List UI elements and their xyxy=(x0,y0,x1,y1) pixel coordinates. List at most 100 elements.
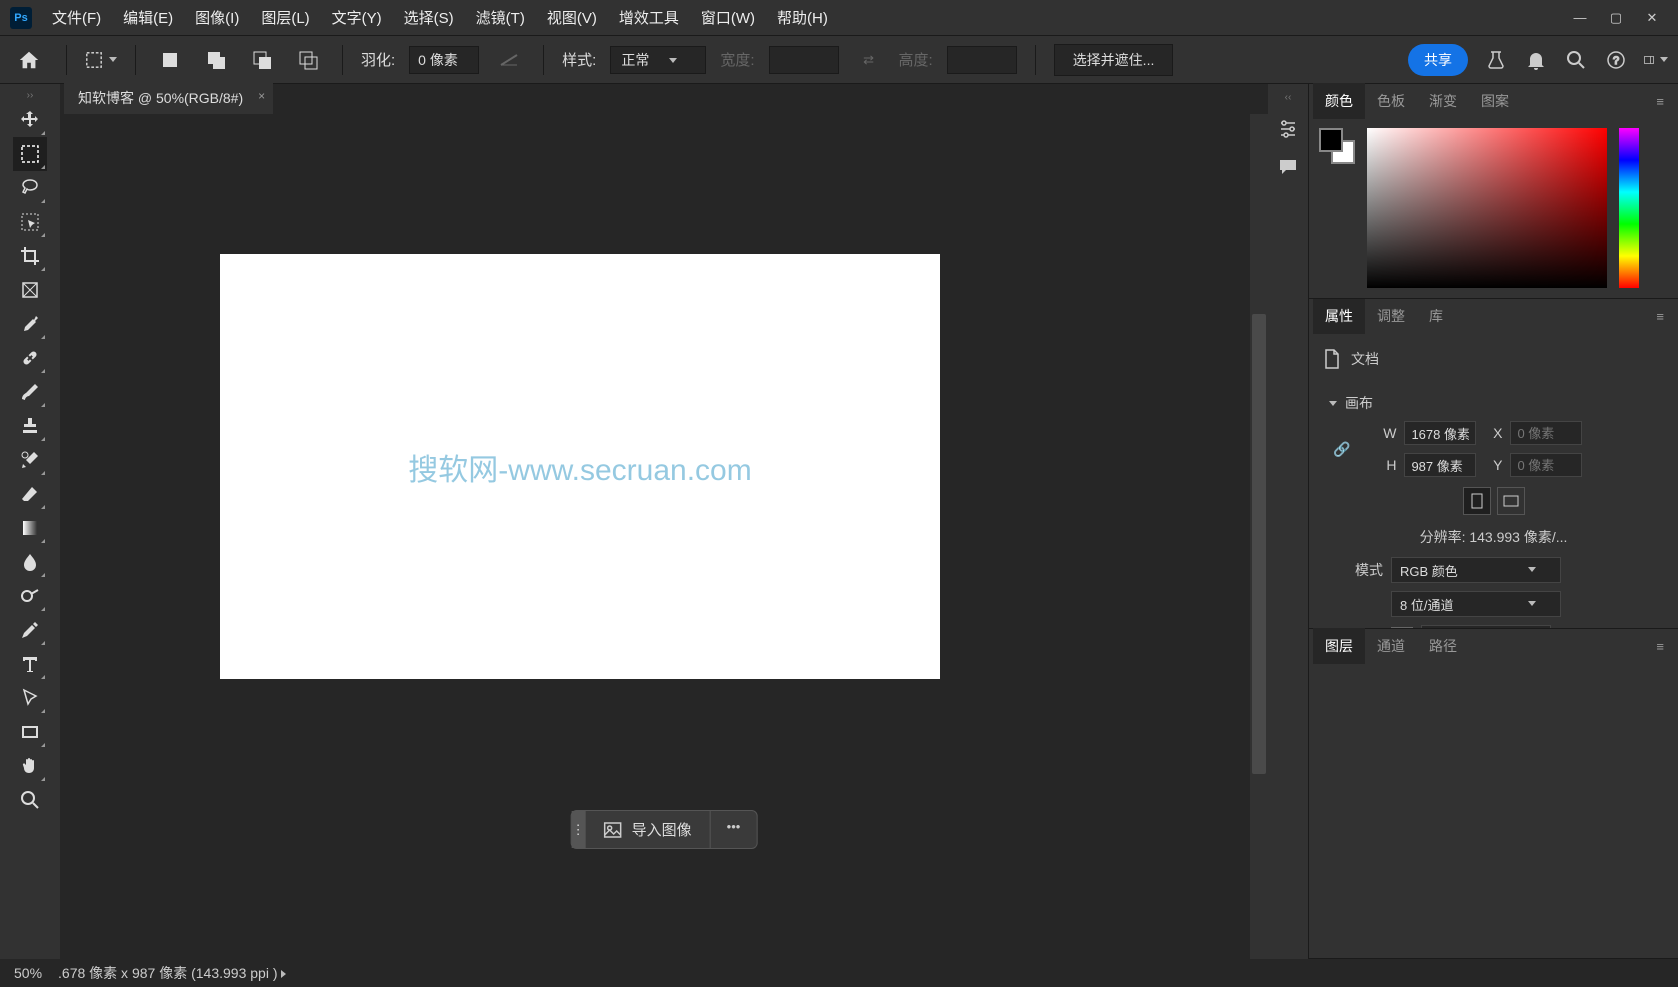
beaker-icon[interactable] xyxy=(1484,48,1508,72)
import-image-button[interactable]: 导入图像 xyxy=(586,811,711,848)
status-bar: 50% .678 像素 x 987 像素 (143.993 ppi ) xyxy=(0,959,1678,987)
tab-properties[interactable]: 属性 xyxy=(1313,299,1365,334)
import-more-button[interactable]: ••• xyxy=(711,811,757,848)
properties-panel: 属性 调整 库 ≡ 文档 画布 🔗 W xyxy=(1309,299,1678,629)
close-tab-icon[interactable]: × xyxy=(258,89,265,103)
path-select-tool[interactable] xyxy=(13,681,47,715)
panels-column: 颜色 色板 渐变 图案 ≡ 属性 调整 库 ≡ xyxy=(1308,84,1678,959)
toolbar-collapse[interactable]: ›› xyxy=(25,88,36,103)
selection-intersect-icon[interactable] xyxy=(292,44,324,76)
style-select[interactable]: 正常 xyxy=(610,46,706,74)
eraser-tool[interactable] xyxy=(13,477,47,511)
menu-file[interactable]: 文件(F) xyxy=(42,3,111,32)
panel-menu-icon[interactable]: ≡ xyxy=(1646,94,1674,109)
healing-tool[interactable] xyxy=(13,341,47,375)
close-button[interactable]: ✕ xyxy=(1644,10,1660,26)
tab-swatches[interactable]: 色板 xyxy=(1365,83,1417,119)
anti-alias-icon xyxy=(493,44,525,76)
type-tool[interactable] xyxy=(13,647,47,681)
workspace-icon[interactable] xyxy=(1644,48,1668,72)
brush-tool[interactable] xyxy=(13,375,47,409)
crop-tool[interactable] xyxy=(13,239,47,273)
height-input xyxy=(947,46,1017,74)
selection-new-icon[interactable] xyxy=(154,44,186,76)
link-wh-icon[interactable]: 🔗 xyxy=(1333,441,1350,458)
select-and-mask-button[interactable]: 选择并遮住... xyxy=(1054,44,1174,76)
blur-tool[interactable] xyxy=(13,545,47,579)
tab-libraries[interactable]: 库 xyxy=(1417,299,1455,334)
stamp-tool[interactable] xyxy=(13,409,47,443)
tab-layers[interactable]: 图层 xyxy=(1313,628,1365,664)
zoom-level[interactable]: 50% xyxy=(14,965,42,981)
eyedropper-tool[interactable] xyxy=(13,307,47,341)
adjustments-icon[interactable] xyxy=(1274,115,1302,143)
color-panel: 颜色 色板 渐变 图案 ≡ xyxy=(1309,84,1678,299)
move-tool[interactable] xyxy=(13,103,47,137)
help-icon[interactable]: ? xyxy=(1604,48,1628,72)
menu-help[interactable]: 帮助(H) xyxy=(767,3,838,32)
canvas-y-input xyxy=(1510,453,1582,477)
dodge-tool[interactable] xyxy=(13,579,47,613)
foreground-swatch[interactable] xyxy=(1319,128,1343,152)
menu-plugins[interactable]: 增效工具 xyxy=(609,3,689,32)
bit-depth-select[interactable]: 8 位/通道 xyxy=(1391,591,1561,617)
menu-view[interactable]: 视图(V) xyxy=(537,3,607,32)
minimize-button[interactable]: — xyxy=(1572,10,1588,26)
maximize-button[interactable]: ▢ xyxy=(1608,10,1624,26)
canvas-section-header[interactable]: 画布 xyxy=(1323,389,1664,417)
rail-expand[interactable]: ‹‹ xyxy=(1283,90,1294,105)
canvas-width-input[interactable] xyxy=(1404,421,1476,445)
menu-edit[interactable]: 编辑(E) xyxy=(113,3,183,32)
canvas-viewport[interactable]: 搜软网-www.secruan.com ⋮ 导入图像 ••• xyxy=(60,114,1268,959)
menu-window[interactable]: 窗口(W) xyxy=(691,3,765,32)
vertical-scrollbar[interactable] xyxy=(1250,114,1268,959)
document-tabs: 知软博客 @ 50%(RGB/8#) × xyxy=(60,84,1268,114)
tab-color[interactable]: 颜色 xyxy=(1313,83,1365,119)
tab-patterns[interactable]: 图案 xyxy=(1469,83,1521,119)
doc-dimensions[interactable]: .678 像素 x 987 像素 (143.993 ppi ) xyxy=(58,963,286,983)
tab-adjustments[interactable]: 调整 xyxy=(1365,299,1417,334)
marquee-tool[interactable] xyxy=(13,137,47,171)
tab-paths[interactable]: 路径 xyxy=(1417,628,1469,664)
color-picker[interactable] xyxy=(1367,128,1607,288)
menu-select[interactable]: 选择(S) xyxy=(394,3,464,32)
share-button[interactable]: 共享 xyxy=(1408,44,1468,76)
menu-image[interactable]: 图像(I) xyxy=(185,3,249,32)
comments-icon[interactable] xyxy=(1274,153,1302,181)
canvas[interactable]: 搜软网-www.secruan.com xyxy=(220,254,940,679)
import-bar-handle[interactable]: ⋮ xyxy=(572,811,586,848)
feather-input[interactable] xyxy=(409,46,479,74)
object-select-tool[interactable] xyxy=(13,205,47,239)
document-tab-label: 知软博客 @ 50%(RGB/8#) xyxy=(78,90,243,106)
pen-tool[interactable] xyxy=(13,613,47,647)
bell-icon[interactable] xyxy=(1524,48,1548,72)
canvas-height-input[interactable] xyxy=(1404,453,1476,477)
panel-menu-icon[interactable]: ≡ xyxy=(1646,309,1674,324)
portrait-button[interactable] xyxy=(1463,487,1491,515)
landscape-button[interactable] xyxy=(1497,487,1525,515)
lasso-tool[interactable] xyxy=(13,171,47,205)
zoom-tool[interactable] xyxy=(13,783,47,817)
selection-add-icon[interactable] xyxy=(200,44,232,76)
tools-panel: ›› xyxy=(0,84,60,959)
color-mode-select[interactable]: RGB 颜色 xyxy=(1391,557,1561,583)
menu-type[interactable]: 文字(Y) xyxy=(322,3,392,32)
search-icon[interactable] xyxy=(1564,48,1588,72)
selection-subtract-icon[interactable] xyxy=(246,44,278,76)
hand-tool[interactable] xyxy=(13,749,47,783)
document-tab[interactable]: 知软博客 @ 50%(RGB/8#) × xyxy=(64,82,273,114)
marquee-tool-icon[interactable] xyxy=(85,44,117,76)
home-button[interactable] xyxy=(10,41,48,79)
gradient-tool[interactable] xyxy=(13,511,47,545)
title-bar: Ps 文件(F) 编辑(E) 图像(I) 图层(L) 文字(Y) 选择(S) 滤… xyxy=(0,0,1678,36)
frame-tool[interactable] xyxy=(13,273,47,307)
tab-gradients[interactable]: 渐变 xyxy=(1417,83,1469,119)
rectangle-tool[interactable] xyxy=(13,715,47,749)
tab-channels[interactable]: 通道 xyxy=(1365,628,1417,664)
history-brush-tool[interactable] xyxy=(13,443,47,477)
fg-bg-swatches[interactable] xyxy=(1319,128,1355,164)
panel-menu-icon[interactable]: ≡ xyxy=(1646,639,1674,654)
hue-slider[interactable] xyxy=(1619,128,1639,288)
menu-layer[interactable]: 图层(L) xyxy=(251,3,319,32)
menu-filter[interactable]: 滤镜(T) xyxy=(466,3,535,32)
